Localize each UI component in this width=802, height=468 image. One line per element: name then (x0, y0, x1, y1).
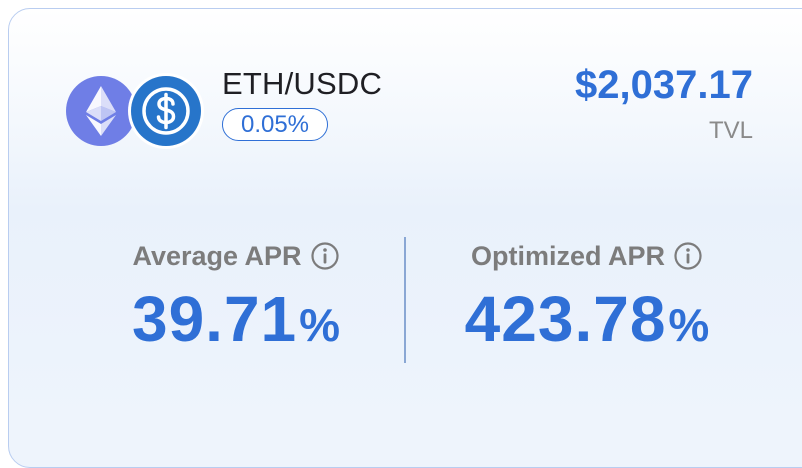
optimized-apr-unit: % (668, 299, 710, 351)
average-apr-value: 39.71 (131, 283, 298, 355)
info-icon[interactable] (673, 241, 703, 271)
average-apr-label: Average APR (132, 240, 302, 271)
tvl-label: TVL (708, 117, 753, 144)
tvl-value: $2,037.17 (575, 63, 753, 107)
pool-card: ETH/USDC 0.05% $2,037.17 TVL Average APR… (8, 8, 802, 468)
optimized-apr-value: 423.78 (464, 283, 667, 355)
optimized-apr-block: Optimized APR 423.78 % (422, 236, 752, 356)
metric-divider (404, 237, 406, 363)
info-icon[interactable] (310, 241, 340, 271)
average-apr-unit: % (299, 299, 341, 351)
optimized-apr-label: Optimized APR (470, 240, 665, 271)
average-apr-block: Average APR 39.71 % (71, 236, 401, 356)
